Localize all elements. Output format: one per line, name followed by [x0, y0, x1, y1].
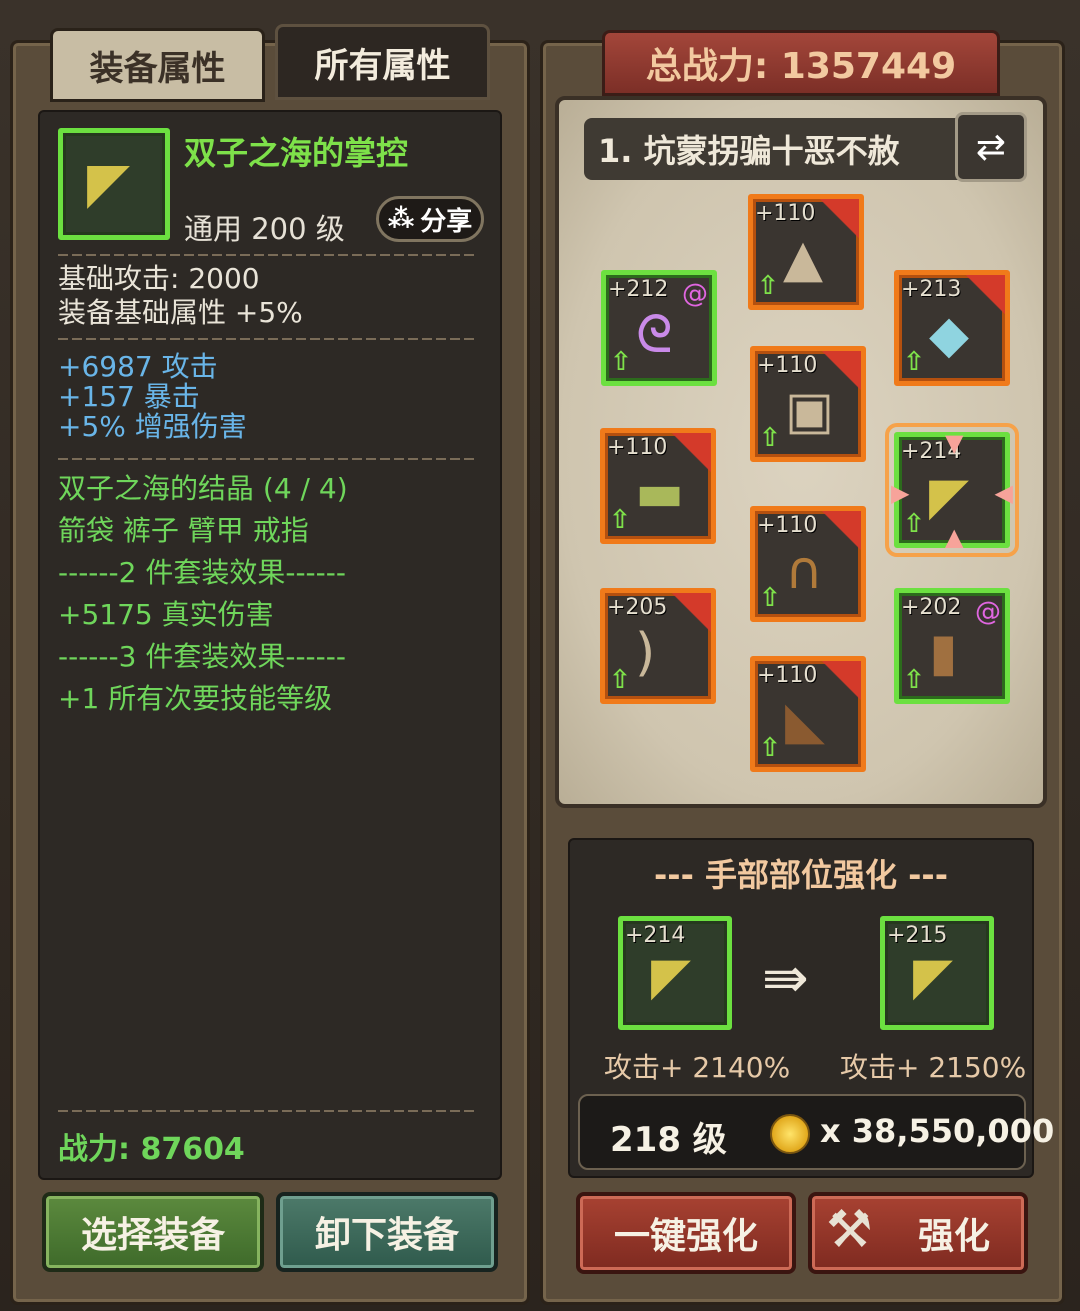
slot-amulet[interactable]: +213 ◆ ⇧ — [894, 270, 1010, 386]
swap-preset-button[interactable]: ⇄ — [955, 112, 1027, 182]
base-attack: 基础攻击: 2000 — [58, 262, 260, 295]
enhance-label: 强化 — [917, 1216, 990, 1257]
slot-hat[interactable]: +110 ▲ ⇧ — [748, 194, 864, 310]
from-level: +214 — [625, 923, 686, 948]
pants-icon: ∩ — [785, 541, 824, 601]
unequip-button[interactable]: 卸下装备 — [276, 1192, 498, 1272]
item-detail-panel: ◤ 双子之海的掌控 通用 200 级 ⁂ 分享 基础攻击: 2000 装备基础属… — [38, 110, 502, 1180]
upgrade-arrow-icon: ⇧ — [609, 665, 631, 695]
share-icon: ⁂ — [387, 204, 415, 234]
swap-icon: ⇄ — [975, 126, 1007, 168]
boots-icon: ◣ — [785, 691, 825, 751]
slot-level: +110 — [757, 513, 818, 538]
share-label: 分享 — [420, 206, 473, 237]
set-2-effect: +5175 真实伤害 — [58, 598, 274, 631]
slot-level: +213 — [901, 277, 962, 302]
upgrade-arrow-icon: ⇧ — [903, 665, 925, 695]
item-type-level: 通用 200 级 — [184, 212, 345, 246]
glove-icon: ▮ — [929, 623, 958, 683]
item-power: 战力: 87604 — [58, 1132, 245, 1167]
swirl-icon: @ — [682, 279, 708, 309]
enhance-title: --- 手部部位强化 --- — [654, 856, 948, 894]
slot-boots[interactable]: +110 ◣ ⇧ — [750, 656, 866, 772]
armor-icon: ▣ — [785, 381, 835, 441]
selection-marker-icon: ◀ — [994, 479, 1013, 507]
bracer-icon: ◤ — [651, 947, 691, 1007]
slot-level: +212 — [608, 277, 669, 302]
selection-marker-icon: ▶ — [891, 479, 910, 507]
slot-level: +205 — [607, 595, 668, 620]
slot-ring[interactable]: +212 @ ᘓ ⇧ — [601, 270, 717, 386]
gold-cost: x 38,550,000 — [820, 1112, 1055, 1150]
tab-equip-attributes[interactable]: 装备属性 — [50, 28, 265, 102]
to-level: +215 — [887, 923, 948, 948]
divider — [58, 254, 478, 256]
slot-level: +110 — [757, 353, 818, 378]
enhance-to-item: +215 ◤ — [880, 916, 994, 1030]
wizard-hat-icon: ▲ — [783, 229, 823, 289]
slot-level: +110 — [757, 663, 818, 688]
upgrade-arrow-icon: ⇧ — [903, 347, 925, 377]
slot-level: +110 — [607, 435, 668, 460]
upgrade-arrow-icon: ⇧ — [759, 583, 781, 613]
set-2-header: ------2 件套装效果------ — [58, 556, 346, 589]
ring-icon: ᘓ — [636, 305, 673, 365]
enhance-arrow-icon: ⇛ — [762, 946, 809, 1011]
swirl-icon: @ — [975, 597, 1001, 627]
slot-armor[interactable]: +110 ▣ ⇧ — [750, 346, 866, 462]
item-icon-bracer: ◤ — [58, 128, 170, 240]
divider — [58, 1110, 478, 1112]
bonus-stat: +5% 增强伤害 — [58, 410, 247, 443]
share-button[interactable]: ⁂ 分享 — [376, 196, 484, 242]
from-stat: 攻击+ 2140% — [604, 1051, 791, 1084]
bracer-icon: ◤ — [87, 151, 131, 216]
enhance-from-item: +214 ◤ — [618, 916, 732, 1030]
total-power: 总战力: 1357449 — [602, 30, 1000, 96]
quality-corner-icon — [821, 661, 861, 701]
quality-corner-icon — [819, 199, 859, 239]
set-3-effect: +1 所有次要技能等级 — [58, 682, 333, 715]
set-name: 双子之海的结晶 (4 / 4) — [58, 472, 348, 505]
item-name: 双子之海的掌控 — [184, 134, 409, 172]
required-level: 218 级 — [610, 1120, 727, 1160]
quality-corner-icon — [965, 275, 1005, 315]
selection-marker-icon: ▲ — [945, 523, 964, 551]
preset-name[interactable]: 1. 坑蒙拐骗十恶不赦 — [584, 118, 972, 180]
bow-icon: ) — [635, 623, 656, 683]
slot-level: +110 — [755, 201, 816, 226]
slot-pants[interactable]: +110 ∩ ⇧ — [750, 506, 866, 622]
hammer-icon: ⚒ — [826, 1200, 873, 1260]
upgrade-arrow-icon: ⇧ — [609, 505, 631, 535]
upgrade-arrow-icon: ⇧ — [610, 347, 632, 377]
slot-quiver[interactable]: +110 ▬ ⇧ — [600, 428, 716, 544]
upgrade-arrow-icon: ⇧ — [759, 423, 781, 453]
upgrade-arrow-icon: ⇧ — [903, 509, 925, 539]
set-parts: 箭袋 裤子 臂甲 戒指 — [58, 514, 309, 547]
bonus-stat: +157 暴击 — [58, 380, 200, 413]
amulet-icon: ◆ — [929, 305, 969, 365]
upgrade-arrow-icon: ⇧ — [759, 733, 781, 763]
set-3-header: ------3 件套装效果------ — [58, 640, 346, 673]
upgrade-arrow-icon: ⇧ — [757, 271, 779, 301]
quality-corner-icon — [821, 511, 861, 551]
slot-bracer[interactable]: +214 ◤ ⇧ ▼ ▲ ▶ ◀ — [885, 423, 1019, 557]
slot-level: +202 — [901, 595, 962, 620]
selection-marker-icon: ▼ — [945, 429, 964, 457]
to-stat: 攻击+ 2150% — [840, 1051, 1027, 1084]
slot-glove[interactable]: +202 @ ▮ ⇧ — [894, 588, 1010, 704]
quality-corner-icon — [671, 593, 711, 633]
divider — [58, 458, 478, 460]
quiver-icon: ▬ — [635, 463, 685, 523]
bracer-icon: ◤ — [913, 947, 953, 1007]
gold-coin-icon — [770, 1114, 810, 1154]
slot-bow[interactable]: +205 ) ⇧ — [600, 588, 716, 704]
one-key-enhance-button[interactable]: 一键强化 — [576, 1192, 796, 1274]
select-equip-button[interactable]: 选择装备 — [42, 1192, 264, 1272]
divider — [58, 338, 478, 340]
base-bonus: 装备基础属性 +5% — [58, 296, 303, 329]
tab-all-attributes[interactable]: 所有属性 — [275, 24, 490, 100]
bonus-stat: +6987 攻击 — [58, 350, 218, 383]
bracer-icon: ◤ — [929, 467, 969, 527]
